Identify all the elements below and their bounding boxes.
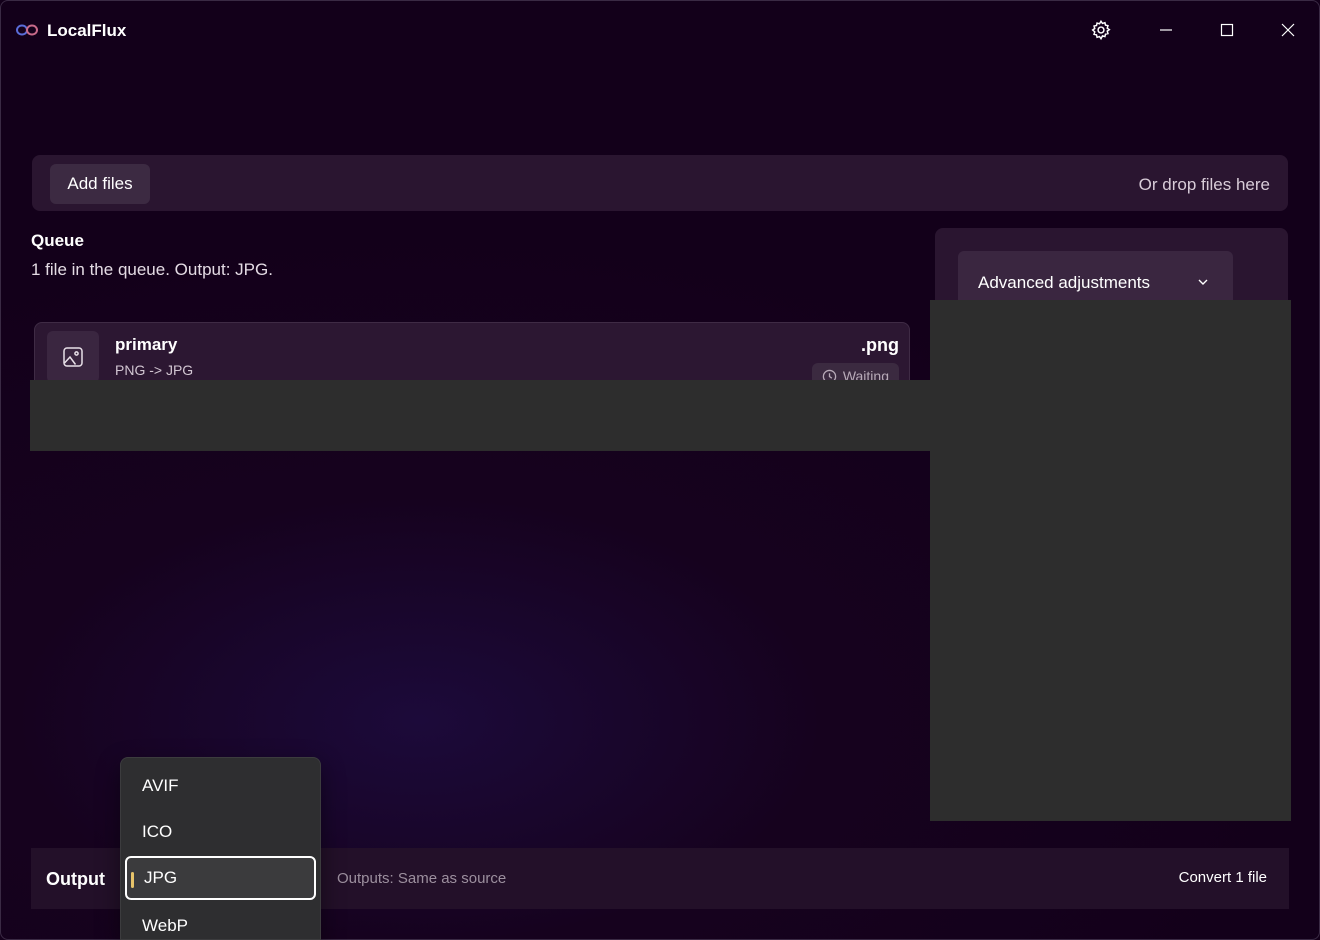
- file-extension: .png: [861, 335, 899, 355]
- add-files-button[interactable]: Add files: [50, 164, 150, 204]
- image-file-icon: [63, 347, 83, 367]
- close-button[interactable]: [1268, 12, 1308, 48]
- title-bar: LocalFlux: [0, 0, 1320, 60]
- close-icon: [1281, 23, 1295, 37]
- gear-icon: [1091, 19, 1111, 41]
- redacted-region: [30, 380, 931, 451]
- queue-summary: 1 file in the queue. Output: JPG.: [31, 260, 273, 279]
- file-conversion: PNG -> JPG: [115, 362, 194, 378]
- queue-title: Queue: [31, 231, 84, 250]
- format-option-avif[interactable]: AVIF: [125, 764, 316, 808]
- queue-item[interactable]: primary PNG -> JPG .png Waiting: [34, 322, 910, 388]
- output-label: Output: [46, 869, 105, 889]
- output-destination[interactable]: Outputs: Same as source: [337, 870, 506, 887]
- maximize-button[interactable]: [1207, 12, 1247, 48]
- file-name: primary: [115, 335, 178, 354]
- drop-zone[interactable]: Add files Or drop files here: [32, 155, 1288, 211]
- format-dropdown-menu: AVIF ICO JPG WebP: [120, 757, 321, 940]
- minimize-icon: [1160, 29, 1172, 31]
- settings-button[interactable]: [1081, 12, 1121, 48]
- drop-hint: Or drop files here: [1138, 175, 1270, 194]
- minimize-button[interactable]: [1146, 12, 1186, 48]
- format-option-label: JPG: [144, 868, 178, 887]
- redacted-region: [930, 300, 1291, 821]
- advanced-adjustments-label: Advanced adjustments: [978, 273, 1150, 292]
- format-option-webp[interactable]: WebP: [125, 904, 316, 940]
- chevron-down-icon: [1198, 279, 1208, 285]
- app-title: LocalFlux: [47, 21, 127, 40]
- format-option-ico[interactable]: ICO: [125, 810, 316, 854]
- selection-indicator: [131, 872, 134, 888]
- convert-button[interactable]: Convert 1 file: [1179, 869, 1267, 886]
- file-thumbnail: [47, 331, 99, 383]
- maximize-icon: [1220, 23, 1234, 37]
- infinity-logo-icon: [16, 24, 38, 36]
- format-option-jpg[interactable]: JPG: [125, 856, 316, 900]
